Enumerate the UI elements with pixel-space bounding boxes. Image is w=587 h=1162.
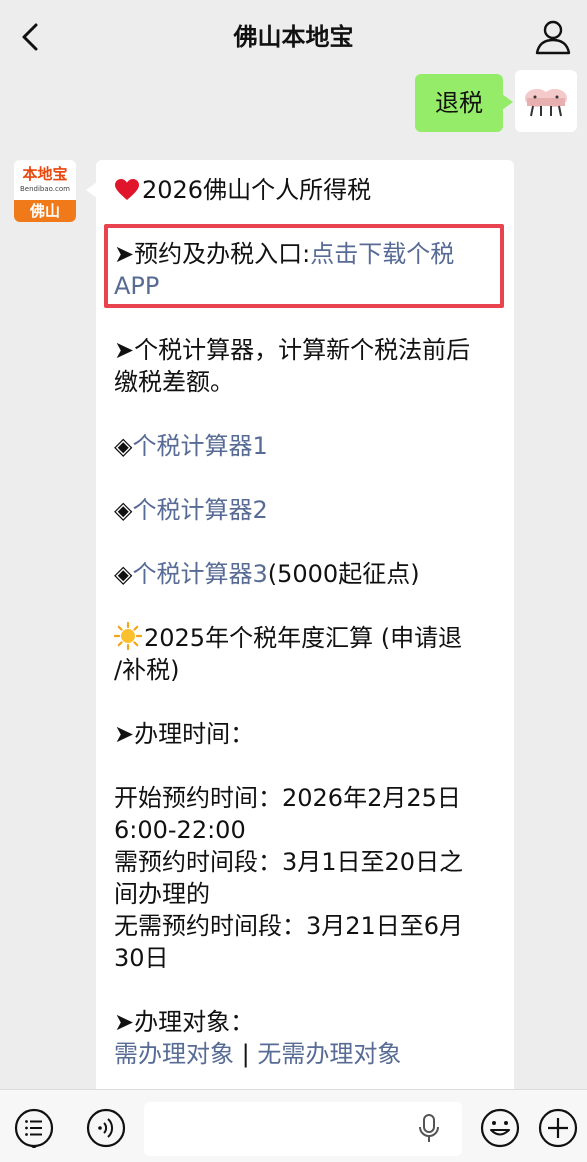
- calc2-line: ◈个税计算器2: [114, 494, 504, 526]
- emoji-icon[interactable]: [480, 1108, 520, 1148]
- entry-line: ➤预约及办税入口:点击下载个税: [114, 238, 504, 270]
- top-bar: 佛山本地宝: [0, 0, 587, 72]
- need-appointment: 需预约时间段：3月1日至20日之: [114, 848, 464, 876]
- target-separator: |: [234, 1040, 258, 1068]
- message-title-line: 2026佛山个人所得税: [114, 174, 504, 206]
- calculator-1-link[interactable]: 个税计算器1: [132, 432, 267, 460]
- time-heading: ➤办理时间：: [114, 720, 255, 748]
- download-app-link[interactable]: 点击下载个税: [310, 240, 454, 268]
- account-avatar[interactable]: 本地宝 Bendibao.com 佛山: [14, 160, 76, 222]
- need-appointment-cont: 间办理的: [114, 880, 210, 908]
- no-need-target-link[interactable]: 无需办理对象: [257, 1040, 401, 1068]
- list-icon[interactable]: [14, 1108, 54, 1148]
- start-time-cont: 6:00-22:00: [114, 816, 246, 844]
- bottom-input-bar: [0, 1089, 587, 1162]
- calculator-2-link[interactable]: 个税计算器2: [132, 496, 267, 524]
- diamond-marker: ◈: [114, 432, 133, 460]
- user-avatar-image: [525, 89, 567, 117]
- page-title: 佛山本地宝: [233, 23, 354, 51]
- heart-icon: [115, 179, 139, 200]
- no-appointment: 无需预约时间段：3月21日至6月: [114, 912, 464, 940]
- sun-icon: [114, 622, 142, 650]
- calc3-line: ◈个税计算器3(5000起征点): [114, 558, 504, 590]
- message-title: 2026佛山个人所得税: [142, 176, 372, 204]
- diamond-marker: ◈: [114, 560, 133, 588]
- account-logo-city: 佛山: [14, 200, 76, 222]
- message-content: 2026佛山个人所得税 ➤预约及办税入口:点击下载个税 APP ➤个税计算器，计…: [114, 174, 504, 1070]
- target-line: 需办理对象 | 无需办理对象: [114, 1038, 504, 1070]
- calc-intro: ➤个税计算器，计算新个税法前后: [114, 336, 471, 364]
- outgoing-message-text: 退税: [435, 89, 483, 117]
- calc1-line: ◈个税计算器1: [114, 430, 504, 462]
- add-icon[interactable]: [538, 1108, 578, 1148]
- voice-icon[interactable]: [86, 1108, 126, 1148]
- annual-line: 2025年个税年度汇算 (申请退: [114, 622, 504, 654]
- profile-icon[interactable]: [533, 18, 573, 56]
- annual-text: 2025年个税年度汇算 (申请退: [144, 624, 463, 652]
- entry-prefix: ➤预约及办税入口:: [114, 240, 311, 268]
- outgoing-message-bubble[interactable]: 退税: [415, 74, 513, 132]
- message-input[interactable]: [144, 1102, 462, 1156]
- calc3-suffix: (5000起征点): [267, 560, 420, 588]
- download-app-link-cont[interactable]: APP: [114, 272, 159, 300]
- user-avatar[interactable]: [515, 70, 577, 132]
- start-time: 开始预约时间：2026年2月25日: [114, 784, 461, 812]
- target-heading: ➤办理对象：: [114, 1008, 255, 1036]
- annual-text-cont: /补税): [114, 656, 180, 684]
- calculator-3-link[interactable]: 个税计算器3: [132, 560, 267, 588]
- no-appointment-cont: 30日: [114, 944, 169, 972]
- incoming-message-bubble: 2026佛山个人所得税 ➤预约及办税入口:点击下载个税 APP ➤个税计算器，计…: [96, 160, 514, 1100]
- mic-icon[interactable]: [418, 1114, 440, 1144]
- account-logo: 本地宝 Bendibao.com: [14, 160, 76, 198]
- calc-intro-cont: 缴税差额。: [114, 368, 234, 396]
- need-target-link[interactable]: 需办理对象: [114, 1040, 234, 1068]
- diamond-marker: ◈: [114, 496, 133, 524]
